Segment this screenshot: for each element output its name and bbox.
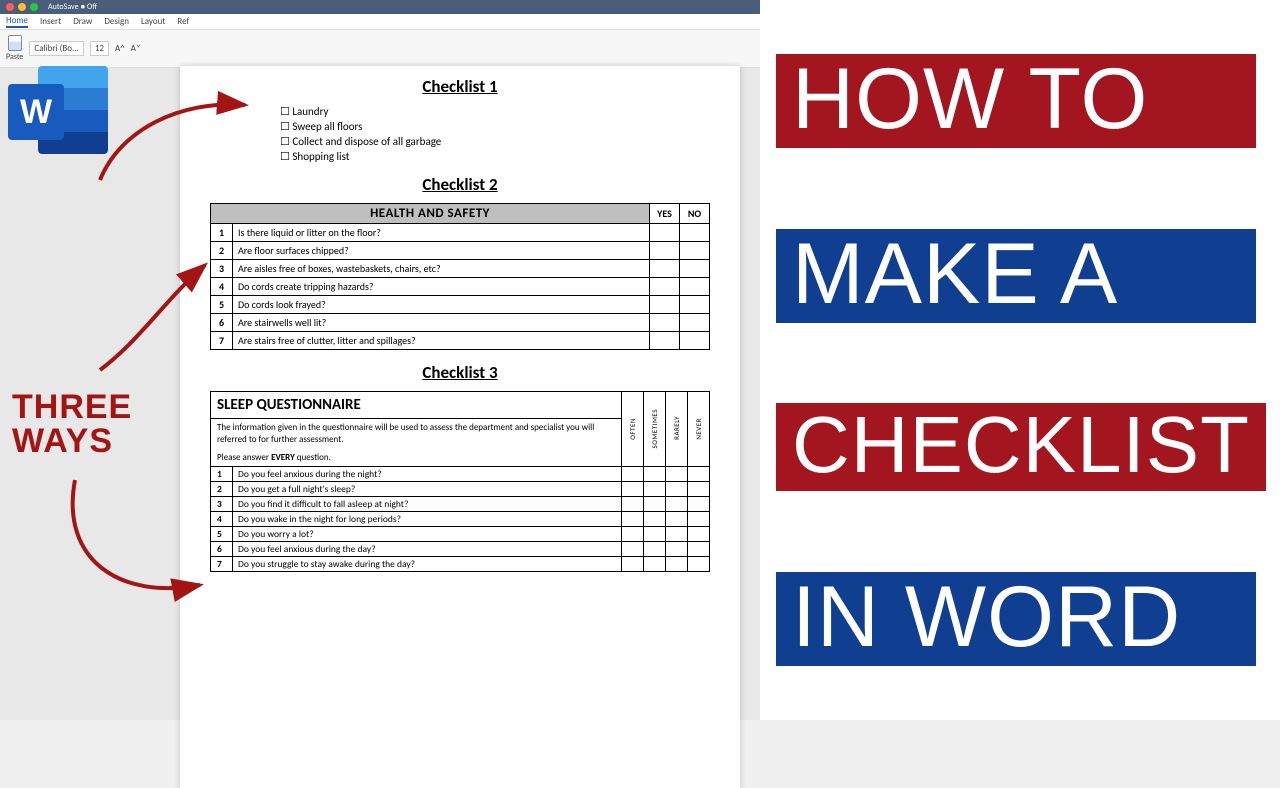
checklist1-title: Checklist 1 [210, 76, 710, 97]
font-decrease-icon[interactable]: A˅ [131, 43, 141, 54]
tab-layout[interactable]: Layout [141, 16, 165, 27]
table-row: 5Do you worry a lot? [211, 527, 710, 542]
table-row: 2Do you get a full night's sleep? [211, 482, 710, 497]
table-row: 4Do you wake in the night for long perio… [211, 512, 710, 527]
banner-text: CHECKLIST [776, 403, 1266, 491]
font-increase-icon[interactable]: A^ [115, 43, 125, 54]
table-row: 1Do you feel anxious during the night? [211, 467, 710, 482]
annotation-text: WAYS [12, 424, 132, 458]
list-item: Shopping list [280, 150, 710, 165]
col-never: NEVER [688, 392, 710, 467]
maximize-icon[interactable] [30, 3, 38, 11]
tab-design[interactable]: Design [104, 16, 129, 27]
table-row: 3Do you find it difficult to fall asleep… [211, 497, 710, 512]
table-row: 6Do you feel anxious during the day? [211, 542, 710, 557]
title-banners: HOW TO MAKE A CHECKLIST IN WORD [760, 0, 1280, 720]
font-select[interactable]: Calibri (Bo... [29, 41, 83, 56]
table-row: 5Do cords look frayed? [211, 296, 710, 314]
table-row: 7Do you struggle to stay awake during th… [211, 557, 710, 572]
col-often: OFTEN [622, 392, 644, 467]
tab-home[interactable]: Home [6, 15, 28, 28]
col-sometimes: SOMETIMES [644, 392, 666, 467]
font-size-select[interactable]: 12 [90, 41, 109, 56]
annotation-text: THREE [12, 390, 132, 424]
table-intro: The information given in the questionnai… [211, 419, 622, 467]
table-header: HEALTH AND SAFETY [211, 204, 650, 224]
table-row: 1Is there liquid or litter on the floor? [211, 224, 710, 242]
checklist1-list: Laundry Sweep all floors Collect and dis… [210, 105, 710, 164]
word-logo-icon: W [8, 60, 108, 160]
autosave-label: AutoSave ● Off [48, 2, 97, 12]
checklist3-table: SLEEP QUESTIONNAIRE OFTEN SOMETIMES RARE… [210, 391, 710, 572]
list-item: Laundry [280, 105, 710, 120]
col-no: NO [680, 204, 710, 224]
table-row: 6Are stairwells well lit? [211, 314, 710, 332]
table-row: 2Are floor surfaces chipped? [211, 242, 710, 260]
list-item: Sweep all floors [280, 120, 710, 135]
document-page[interactable]: Checklist 1 Laundry Sweep all floors Col… [180, 66, 740, 788]
list-item: Collect and dispose of all garbage [280, 135, 710, 150]
annotation-three-ways: THREE WAYS [12, 390, 132, 458]
tab-draw[interactable]: Draw [73, 16, 92, 27]
table-row: 7Are stairs free of clutter, litter and … [211, 332, 710, 350]
table-row: 3Are aisles free of boxes, wastebaskets,… [211, 260, 710, 278]
banner-text: IN WORD [776, 572, 1256, 666]
table-row: 4Do cords create tripping hazards? [211, 278, 710, 296]
col-yes: YES [650, 204, 680, 224]
close-icon[interactable] [6, 3, 14, 11]
checklist2-table: HEALTH AND SAFETY YES NO 1Is there liqui… [210, 203, 710, 350]
clipboard-icon [8, 35, 22, 51]
paste-button[interactable]: Paste [6, 35, 23, 62]
checklist3-title: Checklist 3 [210, 362, 710, 383]
table-header: SLEEP QUESTIONNAIRE [211, 392, 622, 419]
checklist2-title: Checklist 2 [210, 174, 710, 195]
minimize-icon[interactable] [18, 3, 26, 11]
banner-text: HOW TO [776, 54, 1256, 148]
col-rarely: RARELY [666, 392, 688, 467]
banner-text: MAKE A [776, 229, 1256, 323]
tab-references[interactable]: Ref [177, 16, 189, 27]
tab-insert[interactable]: Insert [40, 16, 61, 27]
